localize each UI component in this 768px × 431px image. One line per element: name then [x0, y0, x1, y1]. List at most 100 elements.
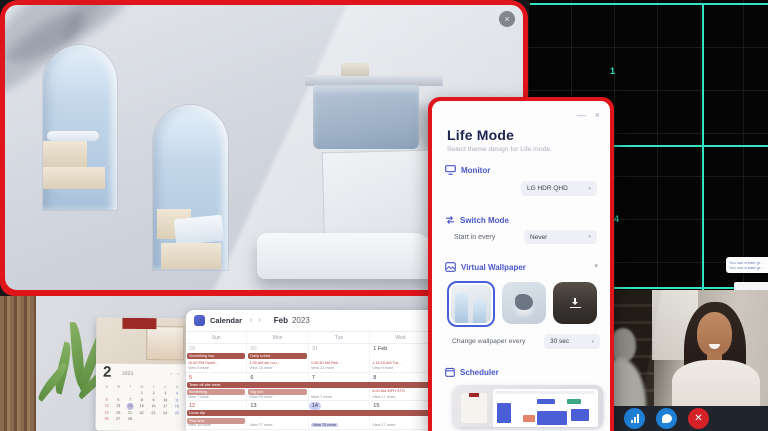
wallpaper-interval-select[interactable]: 30 sec▾: [544, 334, 600, 349]
chat-button[interactable]: [656, 408, 677, 429]
grid-vertical-line: [702, 3, 704, 290]
panel-title: Life Mode: [447, 127, 514, 143]
wood-slats: [0, 296, 36, 431]
calendar-date[interactable]: 8: [370, 374, 379, 382]
desk-calendar-cell: [136, 416, 148, 423]
signal-button[interactable]: [624, 408, 645, 429]
calendar-event-text[interactable]: 1:00 AM we Lun…: [249, 361, 310, 365]
video-call: ✕: [614, 290, 768, 431]
close-icon[interactable]: ×: [499, 11, 515, 27]
wallpaper-thumb-download[interactable]: [553, 282, 597, 324]
day-header: Tue: [309, 332, 370, 343]
view-more-link[interactable]: View 70 more: [311, 423, 338, 427]
chevron-down-icon: ▾: [588, 234, 591, 240]
view-more-link[interactable]: View 16 more: [188, 423, 211, 427]
monitor-icon: [445, 165, 456, 175]
wall-arch-right: [153, 105, 228, 270]
monitor-select[interactable]: LG HDR QHD▾: [521, 181, 597, 196]
calendar-date[interactable]: 13: [247, 402, 259, 410]
calendar-event-text[interactable]: 10:30 PM Swee…: [188, 361, 249, 365]
view-more-link[interactable]: View 17 more: [372, 395, 395, 399]
calendar-event-bar[interactable]: Something imp: [187, 353, 245, 359]
close-icon: ✕: [694, 413, 702, 424]
scheduler-preview-desk-calendar: [461, 393, 487, 423]
calendar-date[interactable]: 31: [309, 345, 321, 353]
desk-calendar-cell: [159, 416, 171, 423]
wall-arch-left: [43, 45, 117, 210]
scheduler-preview[interactable]: [453, 385, 603, 427]
calendar-event-text[interactable]: 1:15:15 AM Tra…: [372, 361, 433, 365]
view-more-link[interactable]: View 17 more: [372, 423, 395, 427]
view-more-link[interactable]: View 7 more: [311, 395, 332, 399]
view-more-link[interactable]: View 23 more: [249, 366, 272, 370]
counter-ledge: [257, 233, 437, 279]
calendar-event-text[interactable]: 4:00 AM WFH STG: [372, 389, 433, 393]
grid-axis-label-4: 4: [614, 214, 619, 224]
calendar-date[interactable]: 7: [309, 374, 318, 382]
view-more-link[interactable]: View 7 more: [188, 395, 209, 399]
day-header: Sun: [186, 332, 247, 343]
view-more-link[interactable]: View 77 more: [249, 423, 272, 427]
calendar-icon: [445, 367, 455, 377]
change-wallpaper-label: Change wallpaper every: [452, 338, 525, 345]
desk-calendar-cell: 26: [101, 416, 113, 423]
plant-leaf: [35, 362, 70, 401]
calendar-event-bar[interactable]: Team off-site week: [187, 382, 430, 388]
switch-interval-select[interactable]: Never▾: [524, 230, 597, 244]
wallpaper-thumb-scene[interactable]: [502, 282, 546, 324]
calendar-date[interactable]: 30: [247, 345, 259, 353]
monitor-section-label: Monitor: [445, 165, 490, 175]
grid-axis-label-1: 1: [610, 66, 615, 76]
chevron-down-icon: ▾: [588, 186, 591, 192]
close-icon[interactable]: ×: [595, 110, 600, 120]
calendar-date[interactable]: 1 Feb: [370, 345, 390, 353]
calendar-event-bar[interactable]: Big one: [248, 389, 306, 395]
desk-calendar: 2 2023 ‹ › SMTWTFS1234567891011121314151…: [96, 318, 189, 431]
image-icon: [445, 262, 456, 272]
calendar-date[interactable]: 29: [186, 345, 198, 353]
close-button[interactable]: ✕: [688, 408, 709, 429]
day-header: Wed: [370, 332, 431, 343]
desk-calendar-grid: SMTWTFS123456789101112131415161718192021…: [101, 384, 183, 423]
calendar-event-text[interactable]: 1:30:30 AM Reh…: [311, 361, 372, 365]
view-more-link[interactable]: View 9 more: [372, 366, 393, 370]
calendar-event-bar[interactable]: Play time: [187, 418, 245, 424]
calendar-date[interactable]: 6: [247, 374, 256, 382]
screenshot-stage: 1 4 You can create gr… You can create gr…: [0, 0, 768, 431]
calendar-date[interactable]: 12: [186, 402, 198, 410]
view-more-link[interactable]: View 20 more: [249, 395, 272, 399]
life-mode-panel: — × Life Mode Select theme design for Li…: [428, 97, 614, 431]
day-header: Mon: [247, 332, 308, 343]
desk-calendar-nav: ‹ ›: [170, 371, 181, 377]
calendar-event-bar[interactable]: Daily sched: [248, 353, 306, 359]
section-collapse-chevron[interactable]: ▾: [594, 262, 598, 270]
view-more-link[interactable]: View 13 more: [311, 366, 334, 370]
start-in-every-label: Start in every: [454, 234, 495, 241]
calendar-month-label: Feb2023: [270, 316, 310, 325]
wallpaper-thumb-arches[interactable]: [447, 281, 495, 327]
calendar-event-bar[interactable]: Something: [187, 389, 245, 395]
switch-mode-section-label: Switch Mode: [445, 215, 509, 225]
minimize-icon[interactable]: —: [577, 110, 586, 120]
calendar-date[interactable]: 14: [309, 402, 321, 410]
grid-tooltip: You can create gr… You can create gr…: [726, 257, 768, 273]
grid-top-line: [530, 3, 768, 5]
life-mode-panel-body: — × Life Mode Select theme design for Li…: [432, 101, 610, 431]
calendar-app-icon: [194, 315, 205, 326]
chevron-down-icon: ▾: [591, 339, 594, 345]
calendar-date[interactable]: 15: [370, 402, 382, 410]
panel-subtitle: Select theme design for Life mode.: [447, 146, 552, 153]
call-toolbar: ✕: [614, 406, 768, 431]
scheduler-preview-calendar: [493, 389, 598, 427]
switch-icon: [445, 215, 455, 225]
desk-calendar-cell: [171, 416, 183, 423]
grid-tooltip-line: You can create gr…: [729, 265, 768, 270]
calendar-date[interactable]: 5: [186, 374, 195, 382]
desk-calendar-cell: 27: [112, 416, 124, 423]
download-icon: [570, 298, 581, 308]
view-more-link[interactable]: View 5 more: [188, 366, 209, 370]
calendar-prev-next[interactable]: ‹ ›: [250, 317, 263, 324]
shelf-jar: [341, 63, 369, 76]
desk-calendar-illustration: [96, 318, 188, 365]
signal-icon: [631, 414, 639, 423]
